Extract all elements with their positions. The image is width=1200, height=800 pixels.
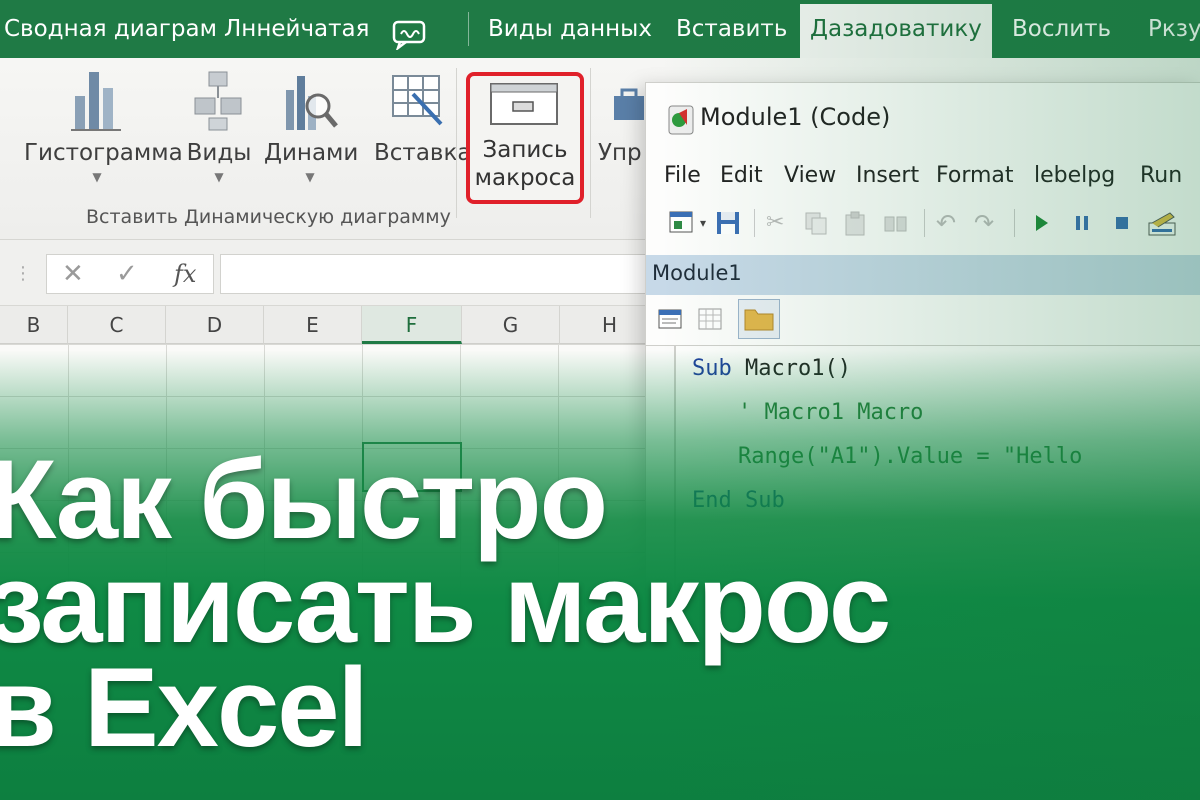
record-macro-label-line1: Запись [482, 137, 568, 163]
briefcase-icon [614, 88, 644, 120]
comment-icon[interactable] [392, 14, 426, 52]
tab-data-views[interactable]: Виды данных [488, 0, 652, 58]
cancel-icon[interactable]: ✕ [62, 254, 84, 294]
bar-chart-icon [71, 72, 121, 131]
table-insert-icon [392, 75, 443, 126]
chart-search-icon [286, 76, 338, 130]
code-string-literal: "Hello [1002, 444, 1083, 469]
vba-window-title: Module1 (Code) [700, 103, 891, 131]
design-mode-icon[interactable] [1146, 209, 1180, 237]
vba-title-bar: Module1 (Code) [646, 83, 1200, 155]
column-header-f[interactable]: F [362, 306, 462, 344]
find-icon[interactable] [882, 209, 910, 237]
ribbon-separator [456, 68, 457, 218]
headline-line-2: записать макрос [0, 541, 891, 666]
menu-lebelpg[interactable]: lebelpg [1034, 163, 1115, 188]
headline-line-3: в Excel [0, 645, 369, 770]
dropdown-arrow-icon[interactable]: ▾ [700, 209, 706, 237]
toolbar-separator [924, 209, 925, 237]
chevron-down-icon: ▼ [305, 170, 315, 184]
vba-toolbar: ▾ ✂ ↶ ↷ [646, 203, 1200, 243]
redo-icon[interactable]: ↷ [974, 209, 994, 237]
menu-run[interactable]: Run [1140, 163, 1182, 188]
save-icon[interactable] [714, 209, 742, 237]
sitemap-icon [194, 71, 242, 131]
menu-edit[interactable]: Edit [720, 163, 763, 188]
insert-button[interactable]: Вставка [374, 66, 472, 166]
toolbar-separator [1014, 209, 1015, 237]
histogram-label: Гистограмма [24, 140, 183, 166]
headline-line-1: Как быстро [0, 437, 608, 562]
tab-line[interactable]: Лннейчатая [224, 0, 369, 58]
dynamic-button[interactable]: Динами ▼ [264, 66, 359, 184]
toggle-folders-button[interactable] [738, 299, 780, 339]
views-button[interactable]: Виды ▼ [182, 66, 256, 184]
copy-icon[interactable] [802, 209, 830, 237]
project-toolbar [646, 297, 1200, 341]
histogram-button[interactable]: Гистограмма ▼ [24, 66, 183, 184]
module-selector-bar[interactable]: Module1 [646, 255, 1200, 295]
drag-handle-icon[interactable]: ⋮ [14, 254, 32, 294]
record-macro-label-line2: макроса [474, 165, 576, 191]
view-object-icon[interactable] [696, 305, 724, 333]
module-name: Module1 [652, 261, 742, 285]
ribbon-separator [590, 68, 591, 218]
tab-developer[interactable]: Дазадоватику [800, 4, 992, 58]
menu-file[interactable]: File [664, 163, 701, 188]
tab-rkzu[interactable]: Ркзу [1148, 0, 1200, 58]
ribbon-tab-bar: Сводная диаграм Лннейчатая Виды данных В… [0, 0, 1200, 58]
menu-insert[interactable]: Insert [856, 163, 919, 188]
headline: Как быстро записать макрос в Excel [0, 437, 988, 770]
record-macro-button[interactable]: Запись макроса [466, 72, 584, 204]
column-header-c[interactable]: C [68, 306, 166, 344]
ribbon-group-label: Вставить Динамическую диаграмму [86, 206, 451, 228]
stop-icon[interactable] [1110, 209, 1134, 237]
tab-insert[interactable]: Вставить [676, 0, 787, 58]
column-header-e[interactable]: E [264, 306, 362, 344]
run-icon[interactable] [1030, 209, 1054, 237]
vba-app-icon [668, 105, 694, 135]
code-keyword-sub: Sub [692, 356, 732, 381]
tab-pivot-chart[interactable]: Сводная диаграм [4, 0, 217, 58]
tab-vosl[interactable]: Вослить [1012, 0, 1111, 58]
dynamic-label: Динами [264, 140, 359, 166]
column-header-g[interactable]: G [462, 306, 560, 344]
code-comment-line: ' Macro1 Macro [738, 400, 924, 425]
toolbar-separator [754, 209, 755, 237]
undo-icon[interactable]: ↶ [936, 209, 956, 237]
view-code-icon[interactable] [656, 305, 684, 333]
menu-format[interactable]: Format [936, 163, 1014, 188]
formula-bar: ⋮ ✕ ✓ fx [0, 240, 660, 306]
menu-view[interactable]: View [784, 163, 836, 188]
pause-icon[interactable] [1070, 209, 1094, 237]
view-excel-icon[interactable] [668, 209, 698, 237]
column-header-d[interactable]: D [166, 306, 264, 344]
paste-icon[interactable] [842, 209, 870, 237]
code-macro-name: Macro1() [731, 356, 851, 381]
views-label: Виды [186, 140, 252, 166]
cut-icon[interactable]: ✂ [766, 209, 784, 237]
folder-icon [744, 309, 774, 331]
chevron-down-icon: ▼ [92, 170, 102, 184]
record-macro-icon [490, 83, 558, 125]
column-header-b[interactable]: B [0, 306, 68, 344]
chevron-down-icon: ▼ [214, 170, 224, 184]
insert-function-icon[interactable]: fx [174, 254, 196, 294]
formula-input[interactable] [220, 254, 656, 294]
insert-label: Вставка [374, 140, 472, 166]
tab-separator [468, 12, 469, 46]
confirm-icon[interactable]: ✓ [116, 254, 138, 294]
